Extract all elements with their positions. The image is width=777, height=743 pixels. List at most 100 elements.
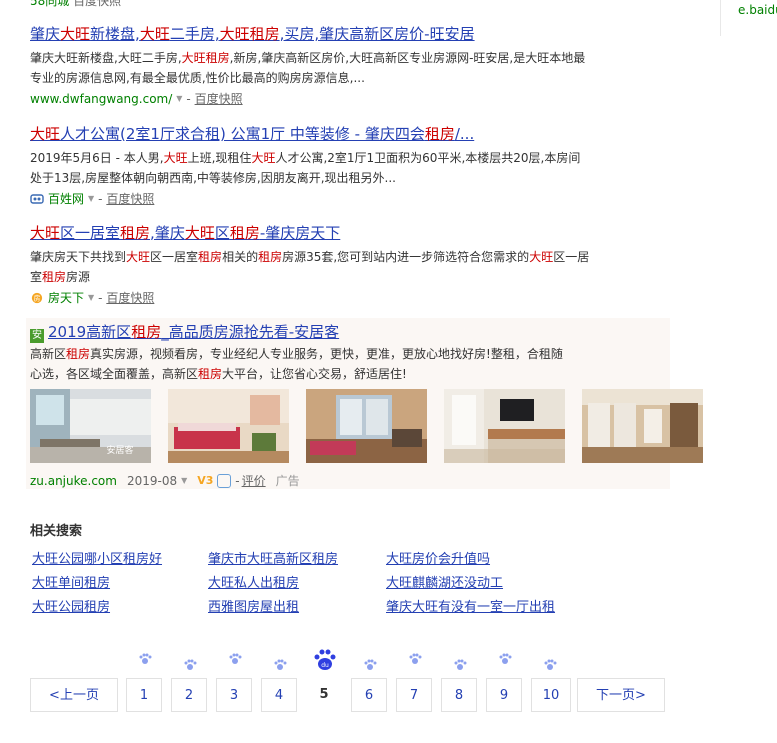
separator: -	[98, 291, 107, 305]
keyword-highlight: 大旺	[184, 224, 215, 242]
result-abstract: 2019年5月6日 - 本人男,大旺上班,现租住大旺人才公寓,2室1厅1卫面积为…	[30, 148, 590, 188]
svg-text:房: 房	[34, 294, 41, 303]
page-button-8[interactable]: 8	[441, 678, 477, 712]
result-title-link[interactable]: 大旺人才公寓(2室1厅求合租) 公寓1厅 中等装修 - 肇庆四会租房/...	[30, 125, 474, 143]
ad-title-link[interactable]: 安 2019高新区租房_高品质房源抢先看-安居客	[30, 322, 339, 343]
page-button-10[interactable]: 10	[531, 678, 571, 712]
snapshot-link[interactable]: 百度快照	[73, 0, 121, 8]
text-segment: 2019高新区	[48, 323, 132, 341]
related-heading: 相关搜索	[30, 524, 83, 539]
text-segment: 肇庆房天下共找到	[30, 250, 127, 264]
keyword-highlight: 大旺	[30, 125, 61, 143]
keyword-highlight: 租房	[66, 347, 91, 361]
result-abstract: 肇庆房天下共找到大旺区一居室租房相关的租房房源35套,您可到站内进一步筛选符合您…	[30, 247, 590, 287]
separator: -	[98, 192, 107, 206]
keyword-highlight: 大旺	[163, 151, 188, 165]
related-link[interactable]: 大旺单间租房	[32, 572, 110, 591]
paw-icon	[274, 659, 287, 670]
ad-date: 2019-08	[126, 474, 178, 488]
text-segment: 房源35套,您可到站内进一步筛选符合您需求的	[282, 250, 530, 264]
dropdown-arrow-icon[interactable]: ▼	[181, 472, 187, 490]
page-button-1[interactable]: 1	[126, 678, 162, 712]
fang-logo-icon: 房	[31, 292, 43, 304]
prev-page-button[interactable]: <上一页	[30, 678, 118, 712]
dropdown-arrow-icon[interactable]: ▼	[88, 289, 94, 307]
room-photo-4[interactable]	[444, 389, 565, 463]
keyword-highlight: 大旺	[126, 250, 151, 264]
ad-url[interactable]: zu.anjuke.com	[30, 472, 117, 490]
result-abstract: 肇庆大旺新楼盘,大旺二手房,大旺租房,新房,肇庆高新区房价,大旺高新区专业房源网…	[30, 48, 590, 88]
room-photo-3[interactable]	[306, 389, 427, 463]
text-segment: 房源	[66, 270, 91, 284]
result-url[interactable]: www.dwfangwang.com/	[30, 90, 172, 108]
related-link[interactable]: 大旺私人出租房	[208, 572, 299, 591]
right-panel: e.baidu	[720, 0, 777, 36]
text-segment: 上班,现租住	[187, 151, 252, 165]
related-link[interactable]: 肇庆大旺有没有一室一厅出租	[386, 596, 555, 615]
source-name[interactable]: 百姓网	[48, 190, 84, 208]
search-result-2: 大旺人才公寓(2室1厅求合租) 公寓1厅 中等装修 - 肇庆四会租房/... 2…	[30, 124, 590, 208]
source-name: 58同城	[30, 0, 70, 8]
paw-icon	[499, 653, 512, 664]
related-link[interactable]: 西雅图房屋出租	[208, 596, 299, 615]
room-photo-2[interactable]	[168, 389, 289, 463]
page-button-9[interactable]: 9	[486, 678, 522, 712]
paw-icon	[139, 653, 152, 664]
related-link[interactable]: 大旺公园哪小区租房好	[32, 548, 162, 567]
text-segment: 区	[214, 224, 230, 242]
text-segment: 肇庆	[30, 25, 61, 43]
page-button-3[interactable]: 3	[216, 678, 252, 712]
snapshot-link[interactable]: 百度快照	[195, 90, 243, 108]
guarantee-icon[interactable]	[217, 474, 232, 488]
page-button-7[interactable]: 7	[396, 678, 432, 712]
paw-icon	[184, 659, 197, 670]
dropdown-arrow-icon[interactable]: ▼	[88, 190, 94, 208]
v3-badge[interactable]: V3	[197, 472, 213, 490]
snapshot-link[interactable]: 百度快照	[106, 289, 154, 307]
page-button-6[interactable]: 6	[351, 678, 387, 712]
ad-title-text[interactable]: 2019高新区租房_高品质房源抢先看-安居客	[48, 323, 339, 341]
search-result-3: 大旺区一居室租房,肇庆大旺区租房-肇庆房天下 肇庆房天下共找到大旺区一居室租房相…	[30, 223, 590, 307]
keyword-highlight: 大旺	[30, 224, 61, 242]
text-segment: 高新区	[30, 347, 67, 361]
text-segment: 相关的	[222, 250, 259, 264]
result-title-link[interactable]: 肇庆大旺新楼盘,大旺二手房,大旺租房,买房,肇庆高新区房价-旺安居	[30, 25, 475, 43]
source-name[interactable]: 房天下	[48, 289, 84, 307]
keyword-highlight: 大旺	[60, 25, 91, 43]
previous-result-clipped: 58同城 百度快照	[30, 0, 121, 9]
dropdown-arrow-icon[interactable]: ▼	[176, 90, 182, 108]
keyword-highlight: 大旺租房	[181, 51, 230, 65]
ad-result: 安 2019高新区租房_高品质房源抢先看-安居客 高新区租房真实房源，视频看房，专…	[26, 318, 703, 490]
paw-icon	[364, 659, 377, 670]
keyword-highlight: 租房	[424, 125, 455, 143]
ad-label[interactable]: 广告	[276, 472, 300, 490]
baidu-paw-logo-icon: du	[314, 649, 336, 670]
related-link[interactable]: 肇庆市大旺高新区租房	[208, 548, 338, 567]
paw-icon	[229, 653, 242, 664]
paw-icon	[544, 659, 557, 670]
result-meta: 房 房天下 ▼ - 百度快照	[30, 289, 590, 307]
keyword-highlight: 大旺	[529, 250, 554, 264]
text-segment: /...	[454, 125, 475, 143]
evaluate-link[interactable]: 评价	[242, 472, 266, 490]
next-page-button[interactable]: 下一页>	[577, 678, 665, 712]
ad-thumbnails: 安居客	[30, 389, 703, 463]
page-button-2[interactable]: 2	[171, 678, 207, 712]
keyword-highlight: 大旺	[251, 151, 276, 165]
related-link[interactable]: 大旺公园租房	[32, 596, 110, 615]
related-searches: 相关搜索 大旺公园哪小区租房好 肇庆市大旺高新区租房 大旺房价会升值吗 大旺单间…	[30, 520, 555, 615]
page-button-4[interactable]: 4	[261, 678, 297, 712]
snapshot-link[interactable]: 百度快照	[106, 190, 154, 208]
related-link[interactable]: 大旺麒麟湖还没动工	[386, 572, 503, 591]
result-title-link[interactable]: 大旺区一居室租房,肇庆大旺区租房-肇庆房天下	[30, 224, 340, 242]
text-segment: 人才公寓(2室1厅求合租) 公寓1厅 中等装修 - 肇庆四会	[60, 125, 425, 143]
right-panel-text[interactable]: e.baidu	[738, 3, 777, 17]
keyword-highlight: 租房	[198, 250, 223, 264]
room-photo-5[interactable]	[582, 389, 703, 463]
keyword-highlight: 大旺	[139, 25, 170, 43]
keyword-highlight: 大旺租房	[219, 25, 280, 43]
related-link[interactable]: 大旺房价会升值吗	[386, 548, 490, 567]
ad-abstract: 高新区租房真实房源，视频看房，专业经纪人专业服务，更快，更准，更放心地找好房!整…	[30, 344, 570, 384]
text-segment: _高品质房源抢先看-安居客	[161, 323, 340, 341]
room-photo-1[interactable]: 安居客	[30, 389, 151, 463]
